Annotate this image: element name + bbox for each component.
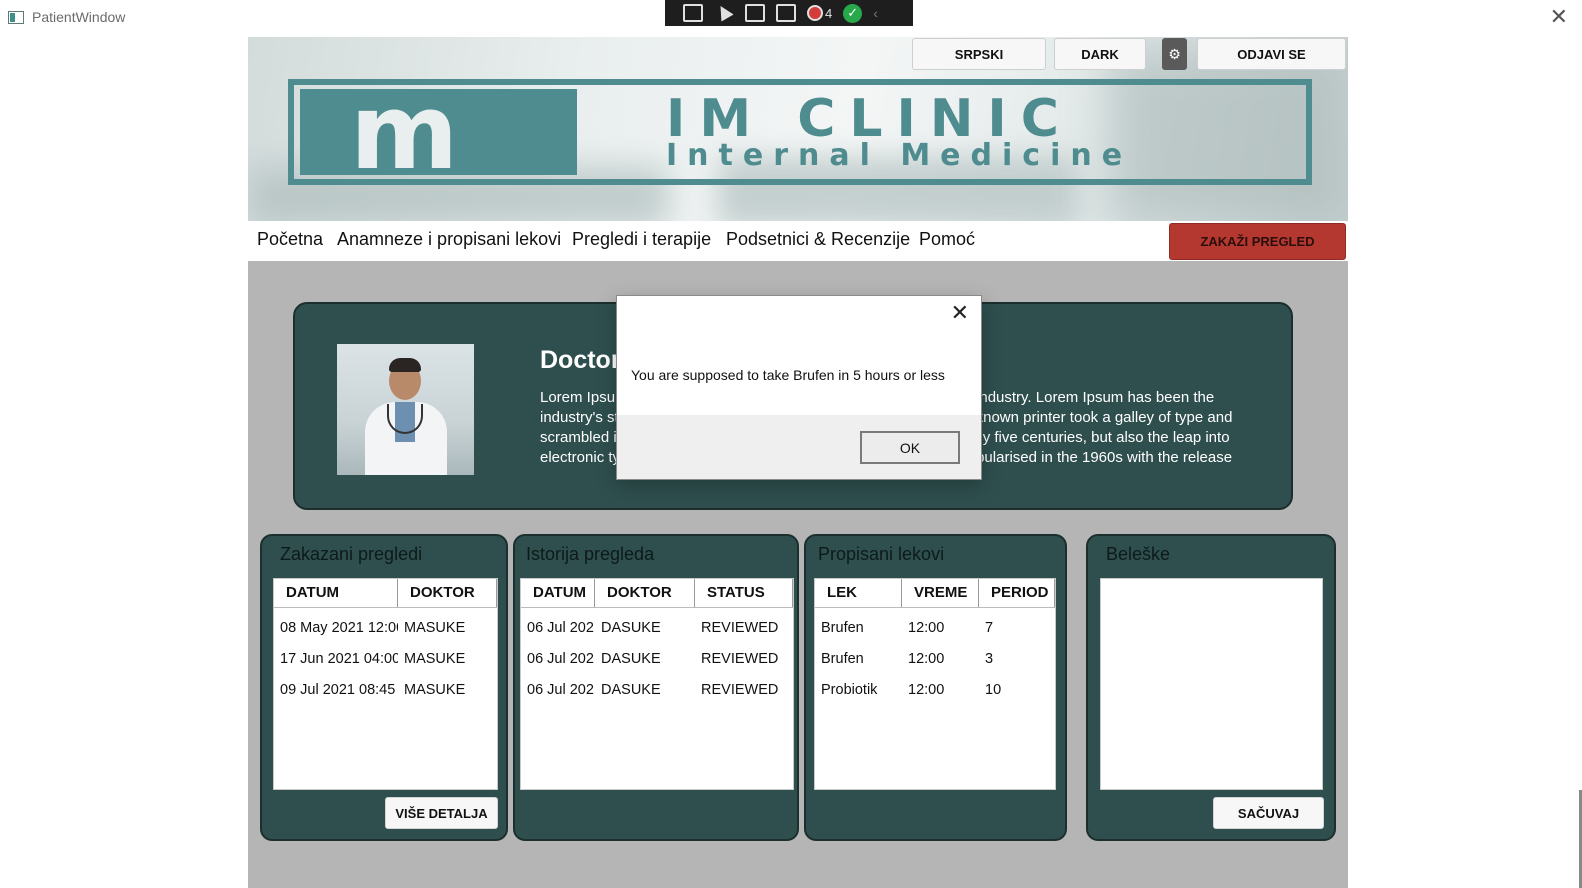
table-header: DATUM DOKTOR STATUS <box>521 579 793 608</box>
dialog-close-icon[interactable]: ✕ <box>951 302 969 324</box>
doctor-photo <box>337 344 474 475</box>
more-details-button[interactable]: VIŠE DETALJA <box>385 797 498 829</box>
notes-textarea[interactable] <box>1100 578 1323 790</box>
reminder-dialog: ✕ You are supposed to take Brufen in 5 h… <box>616 295 982 480</box>
scheduled-appointments-table[interactable]: DATUM DOKTOR 08 May 2021 12:00 MASUKE 17… <box>273 578 498 790</box>
table-row[interactable]: Probiotik 12:00 10 <box>815 674 1055 705</box>
table-row[interactable]: 09 Jul 2021 08:45 MASUKE <box>274 674 497 705</box>
nav-home[interactable]: Početna <box>257 229 323 250</box>
table-row[interactable]: 06 Jul 2021 DASUKE REVIEWED <box>521 643 793 674</box>
save-button[interactable]: SAČUVAJ <box>1213 797 1324 829</box>
ok-button[interactable]: OK <box>860 431 960 464</box>
prescribed-medicines-table[interactable]: LEK VREME PERIOD Brufen 12:00 7 Brufen 1… <box>814 578 1056 790</box>
column-header-doctor[interactable]: DOKTOR <box>595 579 695 607</box>
clinic-logo-text: IM CLINIC Internal Medicine <box>666 93 1132 171</box>
table-row[interactable]: 06 Jul 2021 DASUKE REVIEWED <box>521 612 793 643</box>
table-header: LEK VREME PERIOD <box>815 579 1055 608</box>
column-header-status[interactable]: STATUS <box>695 579 793 607</box>
window-close-icon[interactable]: ✕ <box>1550 6 1568 28</box>
panel-title: Istorija pregleda <box>526 544 655 564</box>
doctor-card-title: Doctor <box>540 346 621 374</box>
settings-gear-icon[interactable]: ⚙ <box>1162 38 1187 70</box>
dialog-footer: OK <box>617 415 981 479</box>
table-row[interactable]: Brufen 12:00 3 <box>815 643 1055 674</box>
dialog-message: You are supposed to take Brufen in 5 hou… <box>631 367 945 383</box>
column-header-date[interactable]: DATUM <box>274 579 398 607</box>
binding-failures-count: 4 <box>825 5 833 21</box>
table-row[interactable]: 08 May 2021 12:00 MASUKE <box>274 612 497 643</box>
column-header-doctor[interactable]: DOKTOR <box>398 579 497 607</box>
table-row[interactable]: Brufen 12:00 7 <box>815 612 1055 643</box>
scheduled-appointments-panel: Zakazani pregledi DATUM DOKTOR 08 May 20… <box>260 534 508 841</box>
column-header-period[interactable]: PERIOD <box>979 579 1055 607</box>
table-row[interactable]: 06 Jul 2021 DASUKE REVIEWED <box>521 674 793 705</box>
logout-button[interactable]: ODJAVI SE <box>1197 38 1346 70</box>
examination-history-panel: Istorija pregleda DATUM DOKTOR STATUS 06… <box>513 534 799 841</box>
binding-failures-counter[interactable]: 4 <box>807 5 832 21</box>
header-banner: m IM CLINIC Internal Medicine SRPSKI DAR… <box>248 37 1348 221</box>
window-title: PatientWindow <box>32 9 126 25</box>
schedule-appointment-button[interactable]: ZAKAŽI PREGLED <box>1169 223 1346 260</box>
clinic-subtitle: Internal Medicine <box>666 138 1133 173</box>
table-header: DATUM DOKTOR <box>274 579 497 608</box>
column-header-medicine[interactable]: LEK <box>815 579 902 607</box>
app-icon <box>8 10 24 24</box>
nav-reminders[interactable]: Podsetnici & Recenzije <box>726 229 910 250</box>
examination-history-table[interactable]: DATUM DOKTOR STATUS 06 Jul 2021 DASUKE R… <box>520 578 794 790</box>
table-row[interactable]: 17 Jun 2021 04:00 MASUKE <box>274 643 497 674</box>
collapse-chevron-icon[interactable]: ‹ <box>873 5 878 21</box>
nav-examinations[interactable]: Pregledi i terapije <box>572 229 711 250</box>
nav-anamnesis[interactable]: Anamneze i propisani lekovi <box>337 229 561 250</box>
theme-button[interactable]: DARK <box>1054 38 1146 70</box>
column-header-date[interactable]: DATUM <box>521 579 595 607</box>
patient-window: PatientWindow ✕ 4 ✓ ‹ m IM CLINIC Intern… <box>0 0 1582 888</box>
panel-title: Beleške <box>1106 544 1171 564</box>
display-layout-adorners-icon[interactable] <box>745 4 765 22</box>
track-focus-icon[interactable] <box>776 4 796 22</box>
checkmark-icon[interactable]: ✓ <box>843 3 863 23</box>
column-header-time[interactable]: VREME <box>902 579 979 607</box>
panel-title: Propisani lekovi <box>818 544 945 564</box>
panel-title: Zakazani pregledi <box>280 544 423 564</box>
prescribed-medicines-panel: Propisani lekovi LEK VREME PERIOD Brufen… <box>804 534 1067 841</box>
language-button[interactable]: SRPSKI <box>912 38 1046 70</box>
nav-help[interactable]: Pomoć <box>919 229 975 250</box>
binding-failures-icon <box>807 5 823 21</box>
debug-toolbar: 4 ✓ ‹ <box>665 0 913 26</box>
live-tree-icon[interactable] <box>683 4 703 22</box>
select-element-icon[interactable] <box>714 4 734 22</box>
notes-panel: Beleške SAČUVAJ <box>1086 534 1336 841</box>
main-nav: Početna Anamneze i propisani lekovi Preg… <box>248 221 1348 261</box>
clinic-logo-mark: m <box>300 80 577 184</box>
window-titlebar: PatientWindow <box>8 9 125 25</box>
